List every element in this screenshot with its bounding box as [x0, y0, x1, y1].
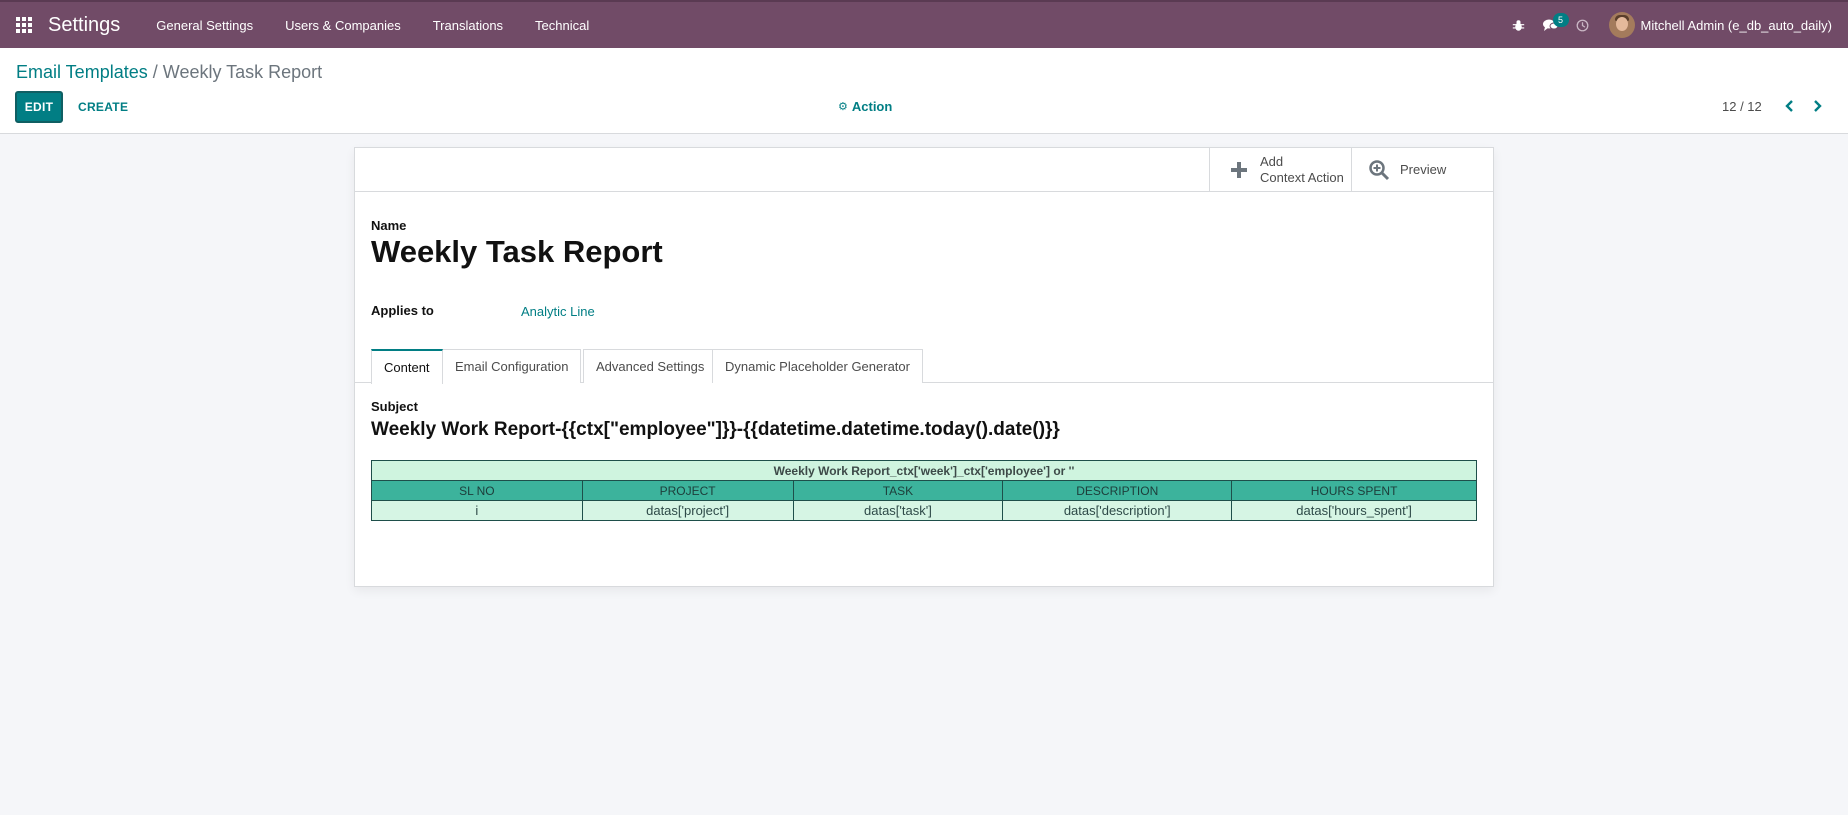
tab-email-configuration[interactable]: Email Configuration	[443, 349, 582, 383]
menu-general-settings[interactable]: General Settings	[140, 2, 269, 48]
apps-menu-icon[interactable]	[0, 2, 48, 48]
bug-icon[interactable]	[1503, 2, 1535, 48]
zoom-in-icon	[1364, 159, 1394, 181]
table-header-row: SL NO PROJECT TASK DESCRIPTION HOURS SPE…	[371, 480, 1477, 501]
header-hours-spent: HOURS SPENT	[1231, 480, 1477, 501]
cell-task: datas['task']	[792, 500, 1004, 521]
cell-sl-no: i	[371, 500, 583, 521]
header-task: TASK	[792, 480, 1004, 501]
breadcrumb: Email Templates / Weekly Task Report	[16, 62, 322, 83]
action-label: Action	[851, 99, 893, 114]
gear-icon: ⚙	[838, 101, 848, 113]
preview-button[interactable]: Preview	[1351, 148, 1493, 192]
control-panel: Email Templates / Weekly Task Report EDI…	[0, 48, 1848, 134]
top-navbar: Settings General Settings Users & Compan…	[0, 0, 1848, 48]
add-context-action-label: Add Context Action	[1260, 154, 1344, 185]
header-sl-no: SL NO	[371, 480, 583, 501]
plus-icon	[1224, 161, 1254, 179]
menu-technical[interactable]: Technical	[519, 2, 605, 48]
tab-advanced-settings[interactable]: Advanced Settings	[583, 349, 718, 383]
tab-dynamic-placeholder-generator[interactable]: Dynamic Placeholder Generator	[712, 349, 923, 383]
form-sheet: Add Context Action Preview Name Weekly T…	[354, 147, 1494, 587]
subject-value: Weekly Work Report-{{ctx["employee"]}}-{…	[371, 419, 1060, 440]
table-caption-row: Weekly Work Report_ctx['week']_ctx['empl…	[371, 460, 1477, 481]
cell-project: datas['project']	[581, 500, 794, 521]
body-html-table: Weekly Work Report_ctx['week']_ctx['empl…	[371, 460, 1477, 521]
edit-button[interactable]: EDIT	[15, 91, 63, 123]
notebook-tabs: Content Email Configuration Advanced Set…	[355, 349, 1493, 384]
button-box: Add Context Action Preview	[355, 148, 1493, 192]
tab-content[interactable]: Content	[371, 349, 443, 384]
cell-hours-spent: datas['hours_spent']	[1231, 500, 1477, 521]
subject-label: Subject	[371, 399, 418, 414]
user-avatar	[1608, 12, 1635, 38]
add-context-action-button[interactable]: Add Context Action	[1209, 148, 1351, 192]
preview-label: Preview	[1400, 162, 1447, 177]
applies-to-label: Applies to	[371, 303, 434, 318]
breadcrumb-current: Weekly Task Report	[162, 62, 323, 82]
record-title: Weekly Task Report	[371, 234, 663, 269]
navbar-systray: 5 Mitchell Admin (e_db_auto_daily)	[1503, 2, 1848, 48]
header-project: PROJECT	[581, 480, 794, 501]
messages-icon[interactable]: 5	[1535, 2, 1569, 48]
applies-to-link[interactable]: Analytic Line	[521, 304, 595, 319]
pager-previous-icon[interactable]	[1778, 94, 1800, 118]
activity-clock-icon[interactable]	[1567, 2, 1599, 48]
menu-translations[interactable]: Translations	[417, 2, 519, 48]
create-button[interactable]: CREATE	[70, 91, 136, 123]
table-row: i datas['project'] datas['task'] datas['…	[371, 500, 1477, 521]
user-name: Mitchell Admin (e_db_auto_daily)	[1640, 17, 1833, 33]
pager-value[interactable]: 12 / 12	[1722, 99, 1762, 114]
table-caption: Weekly Work Report_ctx['week']_ctx['empl…	[371, 460, 1477, 481]
pager-next-icon[interactable]	[1806, 94, 1828, 118]
breadcrumb-email-templates[interactable]: Email Templates	[16, 62, 148, 82]
cell-description: datas['description']	[1002, 500, 1233, 521]
header-description: DESCRIPTION	[1002, 480, 1233, 501]
name-label: Name	[371, 218, 407, 233]
menu-users-companies[interactable]: Users & Companies	[269, 2, 417, 48]
app-brand[interactable]: Settings	[48, 14, 120, 37]
action-dropdown[interactable]: ⚙ Action	[838, 99, 892, 114]
breadcrumb-separator: /	[152, 62, 158, 82]
user-menu[interactable]: Mitchell Admin (e_db_auto_daily)	[1599, 2, 1848, 48]
